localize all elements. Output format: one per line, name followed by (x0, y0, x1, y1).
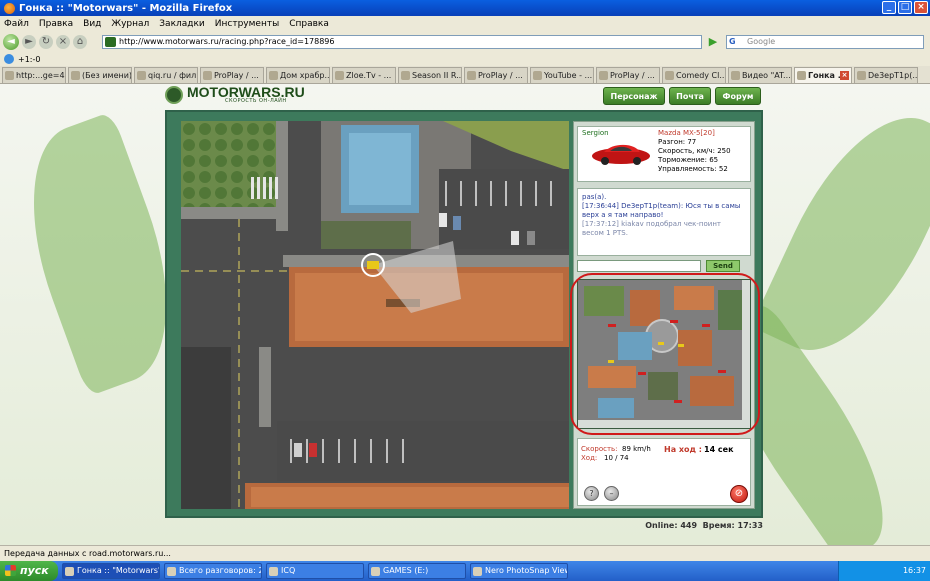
reload-button[interactable]: ↻ (39, 35, 53, 49)
tab-close-icon[interactable]: × (840, 71, 849, 80)
quit-race-button[interactable]: ⊘ (730, 485, 748, 503)
online-count: Online: 449 (645, 521, 698, 530)
tab[interactable]: ProPlay / ... (596, 67, 660, 83)
tab[interactable]: Comedy Cl... (662, 67, 726, 83)
car-name: Mazda MX-5[20] (658, 129, 715, 137)
search-placeholder: Google (747, 37, 776, 46)
turn-label: На ход : (664, 445, 702, 454)
speed-value: 89 km/h (622, 445, 651, 453)
game-frame: Sergion Mazda MX-5[20] Разгон: 77 Скорос… (165, 110, 763, 518)
window-controls: _ □ × (882, 1, 928, 14)
player-name[interactable]: Sergion (582, 129, 609, 137)
tab[interactable]: http:...ge=43 (2, 67, 66, 83)
stat-acceleration: Разгон: 77 (658, 138, 697, 146)
menu-view[interactable]: Вид (83, 19, 101, 29)
menu-file[interactable]: Файл (4, 19, 29, 29)
option-button[interactable]: – (604, 486, 619, 501)
maximize-button[interactable]: □ (898, 1, 912, 14)
character-button[interactable]: Персонаж (603, 87, 665, 105)
server-time: Время: 17:33 (702, 521, 763, 530)
side-panel: Sergion Mazda MX-5[20] Разгон: 77 Скорос… (570, 121, 760, 509)
minimize-button[interactable]: _ (882, 1, 896, 14)
tab[interactable]: (Без имени) (68, 67, 132, 83)
race-info: Скорость: 89 km/h Ход: 10 / 74 На ход : … (577, 438, 751, 506)
mail-button[interactable]: Почта (669, 87, 711, 105)
forum-button[interactable]: Форум (715, 87, 761, 105)
move-label: Ход: (581, 454, 598, 462)
status-text: Передача данных с road.motorwars.ru... (4, 549, 171, 558)
stat-speed: Скорость, км/ч: 250 (658, 147, 731, 155)
menu-bookmarks[interactable]: Закладки (159, 19, 205, 29)
go-button[interactable]: ▶ (706, 35, 720, 49)
toolbar-circle-icon[interactable] (4, 54, 14, 64)
menu-history[interactable]: Журнал (111, 19, 149, 29)
google-icon: G (729, 37, 736, 46)
tab[interactable]: ProPlay / ... (464, 67, 528, 83)
tab[interactable]: ProPlay / ... (200, 67, 264, 83)
menu-edit[interactable]: Правка (39, 19, 73, 29)
tab[interactable]: Zloe.Tv - ... (332, 67, 396, 83)
url-bar[interactable]: http://www.motorwars.ru/racing.php?race_… (102, 35, 702, 49)
help-button[interactable]: ? (584, 486, 599, 501)
site-footer: Online: 449 Время: 17:33 (645, 521, 763, 530)
stat-handling: Управляемость: 52 (658, 165, 728, 173)
site-slogan: СКОРОСТЬ ОН-ЛАЙН (225, 98, 287, 104)
motorwars-site: MOTORWARS.RU СКОРОСТЬ ОН-ЛАЙН Персонаж П… (163, 84, 763, 530)
url-text: http://www.motorwars.ru/racing.php?race_… (119, 37, 335, 46)
send-button[interactable]: Send (706, 260, 740, 272)
firefox-icon (4, 2, 15, 14)
turn-timer: 14 сек (704, 445, 734, 454)
player-card: Sergion Mazda MX-5[20] Разгон: 77 Скорос… (577, 126, 751, 182)
page-content: MOTORWARS.RU СКОРОСТЬ ОН-ЛАЙН Персонаж П… (0, 84, 930, 545)
tab[interactable]: Season II R... (398, 67, 462, 83)
tab[interactable]: Видео "AT... (728, 67, 792, 83)
menu-bar: Файл Правка Вид Журнал Закладки Инструме… (0, 16, 930, 32)
menu-help[interactable]: Справка (289, 19, 329, 29)
window-title: Гонка :: "Motorwars" - Mozilla Firefox (19, 2, 233, 14)
system-tray: 16:37 (838, 561, 930, 581)
logo-icon (165, 86, 183, 104)
chat-input[interactable] (577, 260, 701, 272)
tab[interactable]: Дом храбр... (266, 67, 330, 83)
tab-strip: http:...ge=43 (Без имени) qiq.ru / фил..… (0, 66, 930, 84)
race-map[interactable] (181, 121, 569, 509)
tab-active[interactable]: Гонка ... × (794, 67, 852, 83)
search-box[interactable]: G Google (726, 35, 924, 49)
speed-label: Скорость: (581, 445, 618, 453)
clock[interactable]: 16:37 (903, 566, 926, 575)
tab[interactable]: YouTube - ... (530, 67, 594, 83)
secondary-toolbar: +1:-0 (0, 52, 930, 66)
chat-line: pas(a). (582, 193, 607, 201)
toolbar-counter[interactable]: +1:-0 (18, 55, 40, 64)
stop-button[interactable]: × (56, 35, 70, 49)
annotation-circle (570, 273, 760, 435)
navigation-toolbar: ◄ ► ↻ × ⌂ http://www.motorwars.ru/racing… (0, 32, 930, 52)
home-button[interactable]: ⌂ (73, 35, 87, 49)
car-icon (592, 144, 650, 165)
taskbar-item[interactable]: ICQ (266, 563, 364, 579)
site-favicon (105, 37, 116, 47)
site-header: MOTORWARS.RU СКОРОСТЬ ОН-ЛАЙН Персонаж П… (163, 84, 763, 108)
car-stats: Разгон: 77 Скорость, км/ч: 250 Торможени… (658, 138, 731, 174)
taskbar-item[interactable]: Гонка :: "Motorwars" - ... (62, 563, 160, 579)
taskbar-item[interactable]: Nero PhotoSnap Viewer (470, 563, 568, 579)
chat-line-system: [17:37:12] kiakav подобрал чек-поинт вес… (582, 220, 721, 237)
status-bar: Передача данных с road.motorwars.ru... (0, 545, 930, 561)
menu-tools[interactable]: Инструменты (215, 19, 279, 29)
chat-line: [17:36:44] De3epT1p(team): Юся ты в самы… (582, 202, 741, 219)
forward-button[interactable]: ► (22, 35, 36, 49)
start-button[interactable]: пуск (0, 561, 58, 581)
close-button[interactable]: × (914, 1, 928, 14)
stat-braking: Торможение: 65 (658, 156, 719, 164)
tab[interactable]: De3epT1p(... (854, 67, 918, 83)
tab[interactable]: qiq.ru / фил... (134, 67, 198, 83)
taskbar-item[interactable]: GAMES (E:) (368, 563, 466, 579)
back-button[interactable]: ◄ (3, 34, 19, 50)
taskbar: пуск Гонка :: "Motorwars" - ... Всего ра… (0, 561, 930, 581)
move-value: 10 / 74 (604, 454, 629, 462)
taskbar-item[interactable]: Всего разговоров: 2 - ... (164, 563, 262, 579)
chat-log[interactable]: pas(a). [17:36:44] De3epT1p(team): Юся т… (577, 188, 751, 256)
race-map-graphic (181, 121, 569, 509)
window-titlebar: Гонка :: "Motorwars" - Mozilla Firefox _… (0, 0, 930, 16)
